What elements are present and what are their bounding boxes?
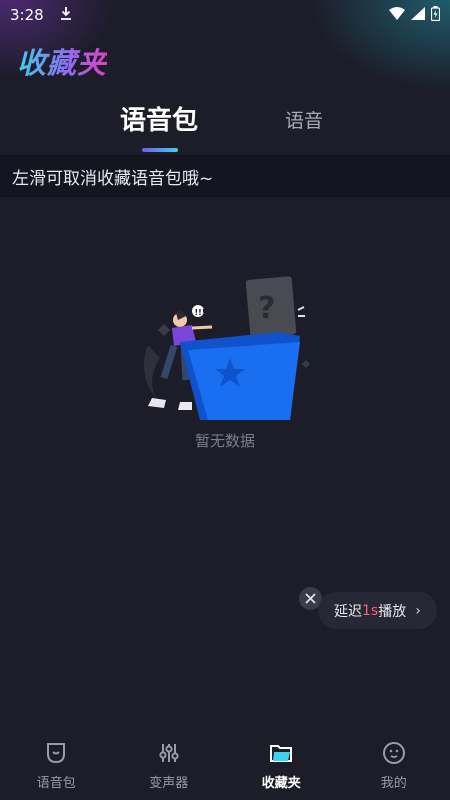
nav-label: 变声器 — [149, 776, 189, 791]
nav-label: 语音包 — [36, 776, 76, 791]
bottom-nav: 语音包 变声器 收藏夹 我的 — [0, 730, 450, 800]
svg-text:!!!: !!! — [195, 308, 206, 317]
chevron-right-icon: › — [415, 602, 421, 619]
close-icon — [305, 593, 316, 604]
empty-state-text: 暂无数据 — [194, 432, 255, 450]
nav-label: 我的 — [380, 776, 407, 791]
mixer-sliders-icon — [155, 739, 183, 767]
delay-play-button[interactable]: 延迟 1s 播放 › — [318, 592, 437, 629]
status-bar: 3:28 — [0, 0, 450, 30]
hint-text: 左滑可取消收藏语音包哦~ — [12, 168, 214, 189]
tab-bar: 语音包 语音 — [0, 100, 450, 150]
empty-folder-illustration: ? !!! — [143, 276, 310, 420]
nav-label: 收藏夹 — [261, 776, 301, 791]
tab-voice[interactable]: 语音 — [285, 106, 323, 133]
nav-item-voice-pack[interactable]: 语音包 — [0, 730, 113, 800]
tab-voice-pack[interactable]: 语音包 — [120, 100, 198, 137]
delay-value: 1s — [362, 602, 379, 619]
svg-text:?: ? — [258, 291, 275, 326]
download-icon — [60, 6, 72, 24]
active-tab-indicator — [142, 148, 178, 152]
nav-item-favorites[interactable]: 收藏夹 — [225, 730, 338, 800]
page-title: 收藏夹 — [17, 40, 107, 82]
hint-banner: 左滑可取消收藏语音包哦~ — [0, 155, 450, 197]
status-time: 3:28 — [10, 6, 44, 24]
nav-item-profile[interactable]: 我的 — [338, 730, 450, 800]
wifi-icon — [389, 6, 405, 24]
delay-suffix: 播放 — [378, 603, 407, 620]
battery-icon — [430, 5, 441, 25]
folder-icon — [267, 739, 295, 767]
delay-prefix: 延迟 — [334, 603, 362, 620]
voice-pack-icon — [42, 739, 70, 767]
profile-face-icon — [380, 739, 408, 767]
nav-item-voice-changer[interactable]: 变声器 — [113, 730, 226, 800]
signal-icon — [411, 6, 425, 24]
